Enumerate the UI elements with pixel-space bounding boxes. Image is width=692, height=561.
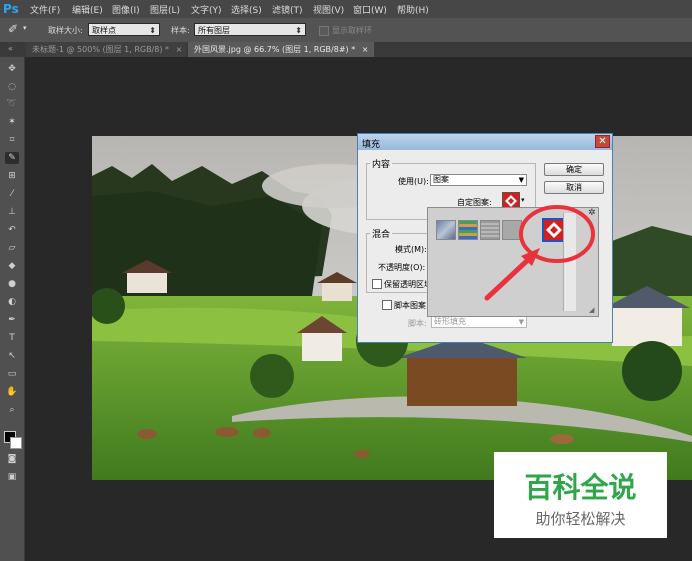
watermark-subtitle: 助你轻松解决 <box>535 510 626 528</box>
watermark-title: 百科全说 <box>524 471 637 504</box>
watermark-logo: 百科全说 助你轻松解决 <box>494 452 667 538</box>
annotation-arrow-line <box>484 255 533 301</box>
